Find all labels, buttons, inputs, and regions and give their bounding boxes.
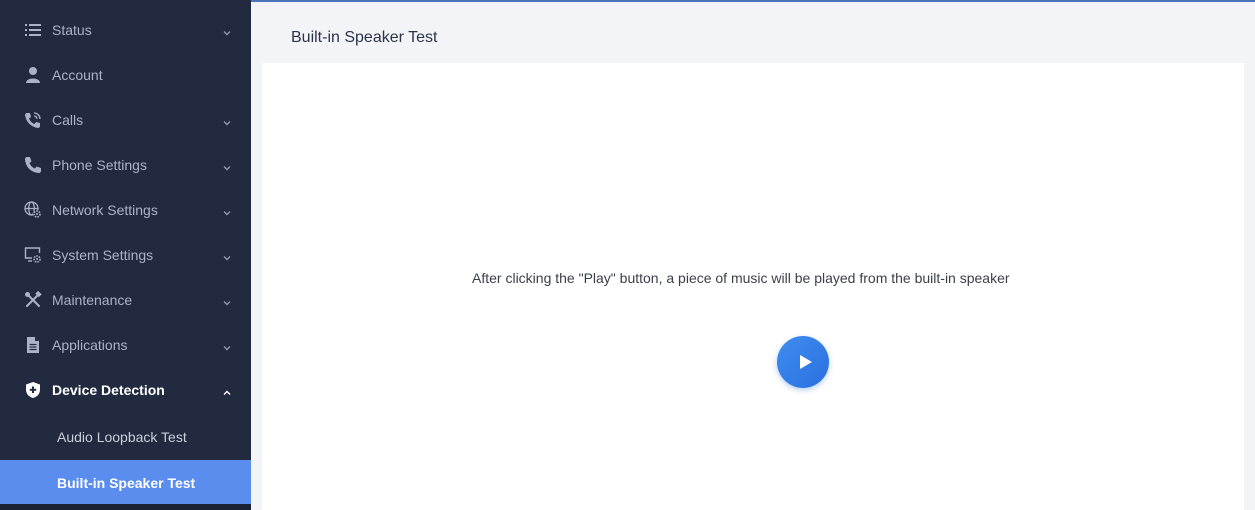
document-icon (24, 336, 42, 354)
sidebar-item-label: Calls (52, 111, 84, 128)
play-icon (799, 355, 812, 369)
sidebar-subitem-audio-loopback-test[interactable]: Audio Loopback Test (0, 414, 251, 459)
sidebar-item-applications[interactable]: Applications (0, 322, 251, 367)
phone-ringing-icon (24, 111, 42, 129)
chevron-down-icon (222, 205, 232, 215)
sidebar-item-device-detection[interactable]: Device Detection (0, 367, 251, 412)
sidebar-footer-strip (0, 504, 251, 510)
sidebar-subitem-built-in-speaker-test[interactable]: Built-in Speaker Test (0, 460, 251, 505)
shield-plus-icon (24, 381, 42, 399)
sidebar-subitem-label: Built-in Speaker Test (57, 474, 196, 491)
chevron-down-icon (222, 115, 232, 125)
chevron-down-icon (222, 295, 232, 305)
network-gear-icon (24, 200, 42, 219)
sidebar-item-label: System Settings (52, 246, 154, 263)
sidebar-item-phone-settings[interactable]: Phone Settings (0, 142, 251, 187)
chevron-down-icon (222, 25, 232, 35)
sidebar-item-status[interactable]: Status (0, 7, 251, 52)
sidebar-item-calls[interactable]: Calls (0, 97, 251, 142)
sidebar-item-network-settings[interactable]: Network Settings (0, 187, 251, 232)
main-panel (262, 63, 1244, 510)
play-button[interactable] (777, 336, 829, 388)
sidebar-item-maintenance[interactable]: Maintenance (0, 277, 251, 322)
monitor-gear-icon (24, 246, 42, 264)
phone-icon (24, 156, 42, 174)
sidebar-item-label: Maintenance (52, 291, 133, 308)
sidebar-item-label: Network Settings (52, 201, 158, 218)
sidebar-subitem-label: Audio Loopback Test (57, 428, 187, 445)
sidebar-item-label: Phone Settings (52, 156, 147, 173)
chevron-down-icon (222, 340, 232, 350)
top-accent-border (251, 0, 1255, 2)
sidebar: Status Account Calls Phone Settings Netw… (0, 0, 251, 510)
page-title: Built-in Speaker Test (291, 29, 438, 46)
sidebar-item-label: Applications (52, 336, 128, 353)
sidebar-item-label: Status (52, 21, 92, 38)
chevron-down-icon (222, 250, 232, 260)
chevron-up-icon (222, 385, 232, 395)
instruction-text: After clicking the "Play" button, a piec… (472, 270, 1010, 286)
sidebar-item-label: Account (52, 66, 103, 83)
user-icon (24, 66, 42, 84)
chevron-down-icon (222, 160, 232, 170)
list-icon (24, 21, 42, 39)
tools-icon (24, 290, 42, 309)
sidebar-item-system-settings[interactable]: System Settings (0, 232, 251, 277)
sidebar-item-label: Device Detection (52, 381, 165, 398)
sidebar-item-account[interactable]: Account (0, 52, 251, 97)
